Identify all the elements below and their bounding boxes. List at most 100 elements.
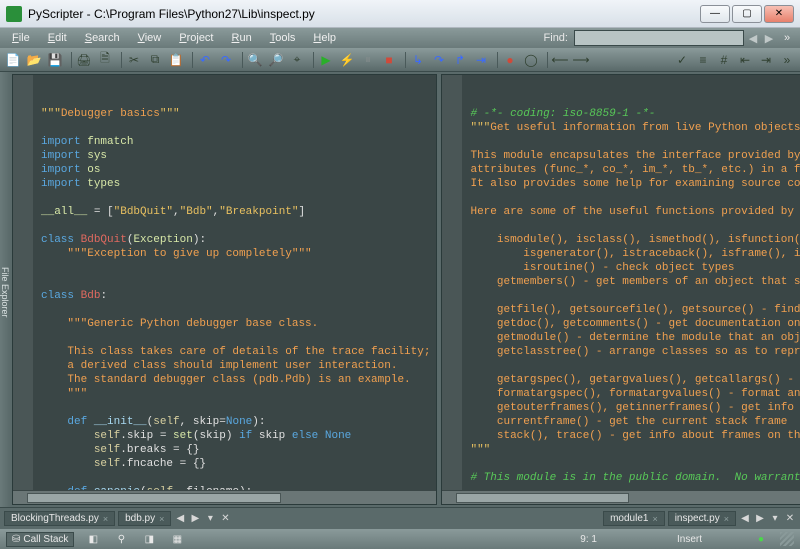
undo-icon[interactable]: ↶ (196, 51, 214, 69)
pause-icon[interactable]: ⏸ (359, 51, 377, 69)
menu-edit[interactable]: Edit (40, 30, 75, 46)
find-next-icon[interactable]: ▶ (762, 32, 776, 45)
open-file-icon[interactable]: 📂 (25, 51, 43, 69)
print-setup-icon[interactable]: 🗎 (96, 51, 114, 69)
dedent-icon[interactable]: ⇤ (736, 51, 754, 69)
find-next-icon[interactable]: 🔎 (267, 51, 285, 69)
right-editor-pane: # -*- coding: iso-8859-1 -*- """Get usef… (441, 74, 800, 505)
find-icon[interactable]: 🔍 (246, 51, 264, 69)
right-horizontal-scrollbar[interactable] (442, 490, 800, 504)
toolbar: 📄 📂 💾 🖨 🗎 ✂ ⧉ 📋 ↶ ↷ 🔍 🔎 ⌖ ▶ ⚡ ⏸ ■ ↳ ↷ ↱ … (0, 48, 800, 72)
file-explorer-tab[interactable]: File Explorer (0, 267, 10, 318)
left-code-editor[interactable]: """Debugger basics""" import fnmatch imp… (13, 75, 436, 490)
edit-mode: Insert (677, 534, 702, 545)
save-icon[interactable]: 💾 (46, 51, 64, 69)
uncomment-icon[interactable]: # (715, 51, 733, 69)
menu-project[interactable]: Project (171, 30, 221, 46)
stop-icon[interactable]: ■ (380, 51, 398, 69)
separator (67, 52, 72, 68)
menu-tools[interactable]: Tools (262, 30, 304, 46)
step-over-icon[interactable]: ↷ (430, 51, 448, 69)
breakpoint-icon[interactable]: ● (501, 51, 519, 69)
separator (401, 52, 406, 68)
file-tab[interactable]: inspect.py× (668, 511, 736, 526)
status-icon-3[interactable]: ◨ (140, 532, 158, 546)
right-code-editor[interactable]: # -*- coding: iso-8859-1 -*- """Get usef… (442, 75, 800, 490)
call-stack-button[interactable]: ⛁ Call Stack (6, 532, 74, 547)
new-file-icon[interactable]: 📄 (4, 51, 22, 69)
indent-icon[interactable]: ⇥ (757, 51, 775, 69)
tab-next-icon[interactable]: ▶ (189, 513, 201, 525)
minimize-button[interactable]: — (700, 5, 730, 23)
file-tab[interactable]: module1× (603, 511, 665, 526)
close-tab-icon[interactable]: × (103, 514, 108, 524)
maximize-button[interactable]: ▢ (732, 5, 762, 23)
step-out-icon[interactable]: ↱ (451, 51, 469, 69)
copy-icon[interactable]: ⧉ (146, 51, 164, 69)
menu-search[interactable]: Search (77, 30, 128, 46)
tab-prev-icon[interactable]: ◀ (174, 513, 186, 525)
tab-close-icon[interactable]: ✕ (784, 513, 796, 525)
close-tab-icon[interactable]: × (724, 514, 729, 524)
right-tab-group: module1× inspect.py× ◀ ▶ ▾ ✕ (603, 511, 796, 526)
editor-tabs-row: BlockingThreads.py× bdb.py× ◀ ▶ ▾ ✕ modu… (0, 507, 800, 529)
cut-icon[interactable]: ✂ (125, 51, 143, 69)
menubar-more-icon[interactable]: » (778, 32, 796, 44)
run-to-cursor-icon[interactable]: ⇥ (472, 51, 490, 69)
left-horizontal-scrollbar[interactable] (13, 490, 436, 504)
tab-list-icon[interactable]: ▾ (769, 513, 781, 525)
find-prev-icon[interactable]: ◀ (746, 32, 760, 45)
right-gutter (442, 75, 462, 490)
status-icon-2[interactable]: ⚲ (112, 532, 130, 546)
separator (188, 52, 193, 68)
left-editor-pane: """Debugger basics""" import fnmatch imp… (12, 74, 437, 505)
status-icon-1[interactable]: ◧ (84, 532, 102, 546)
editor-area: """Debugger basics""" import fnmatch imp… (10, 72, 800, 507)
list-icon[interactable]: ≡ (694, 51, 712, 69)
clear-breakpoints-icon[interactable]: ◯ (522, 51, 540, 69)
check-icon[interactable]: ✓ (673, 51, 691, 69)
toolbar-more-icon[interactable]: » (778, 51, 796, 69)
nav-fwd-icon[interactable]: ⟶ (572, 51, 590, 69)
file-tab[interactable]: bdb.py× (118, 511, 171, 526)
cursor-position: 9: 1 (580, 534, 597, 545)
close-button[interactable]: ✕ (764, 5, 794, 23)
replace-icon[interactable]: ⌖ (288, 51, 306, 69)
find-input[interactable] (574, 30, 744, 46)
titlebar: PyScripter - C:\Program Files\Python27\L… (0, 0, 800, 28)
left-gutter (13, 75, 33, 490)
menu-view[interactable]: View (130, 30, 170, 46)
separator (543, 52, 548, 68)
tab-prev-icon[interactable]: ◀ (739, 513, 751, 525)
step-into-icon[interactable]: ↳ (409, 51, 427, 69)
redo-icon[interactable]: ↷ (217, 51, 235, 69)
left-side-rail: File Explorer (0, 72, 10, 507)
nav-back-icon[interactable]: ⟵ (551, 51, 569, 69)
find-label: Find: (544, 32, 568, 44)
close-tab-icon[interactable]: × (159, 514, 164, 524)
separator (117, 52, 122, 68)
separator (493, 52, 498, 68)
tab-close-icon[interactable]: ✕ (219, 513, 231, 525)
status-led-icon: ● (752, 532, 770, 546)
close-tab-icon[interactable]: × (652, 514, 657, 524)
tab-next-icon[interactable]: ▶ (754, 513, 766, 525)
status-icon-4[interactable]: ▦ (168, 532, 186, 546)
print-icon[interactable]: 🖨 (75, 51, 93, 69)
menu-run[interactable]: Run (224, 30, 260, 46)
menu-help[interactable]: Help (305, 30, 344, 46)
tab-list-icon[interactable]: ▾ (204, 513, 216, 525)
workspace: File Explorer """Debugger basics""" impo… (0, 72, 800, 507)
separator (309, 52, 314, 68)
file-tab[interactable]: BlockingThreads.py× (4, 511, 115, 526)
menu-file[interactable]: File (4, 30, 38, 46)
menubar: File Edit Search View Project Run Tools … (0, 28, 800, 48)
paste-icon[interactable]: 📋 (167, 51, 185, 69)
debug-icon[interactable]: ⚡ (338, 51, 356, 69)
left-tab-group: BlockingThreads.py× bdb.py× ◀ ▶ ▾ ✕ (4, 511, 231, 526)
run-icon[interactable]: ▶ (317, 51, 335, 69)
statusbar: ⛁ Call Stack ◧ ⚲ ◨ ▦ 9: 1 Insert ● (0, 529, 800, 549)
app-icon (6, 6, 22, 22)
resize-grip[interactable] (780, 532, 794, 546)
separator (238, 52, 243, 68)
